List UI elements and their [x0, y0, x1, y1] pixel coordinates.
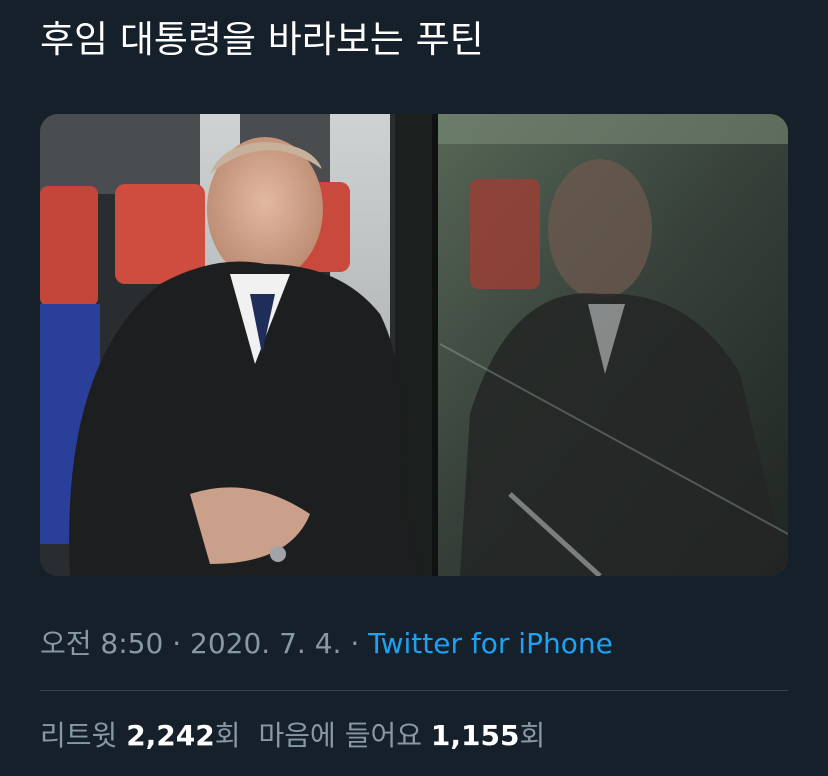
tweet-time: 오전 8:50	[40, 627, 164, 660]
tweet-photo[interactable]	[40, 114, 788, 576]
tweet-stats: 리트윗 2,242회 마음에 들어요 1,155회	[40, 714, 545, 758]
photo-train-window	[40, 114, 788, 576]
retweets-unit: 회	[214, 719, 241, 752]
retweets-stat[interactable]: 리트윗 2,242회	[40, 719, 241, 752]
meta-separator: ·	[172, 627, 182, 660]
likes-label: 마음에 들어요	[258, 719, 422, 752]
retweets-count: 2,242	[126, 719, 215, 752]
tweet-text: 후임 대통령을 바라보는 푸틴	[40, 18, 484, 61]
divider	[40, 690, 788, 691]
likes-unit: 회	[519, 719, 546, 752]
likes-stat[interactable]: 마음에 들어요 1,155회	[259, 719, 546, 752]
likes-count: 1,155	[430, 719, 520, 752]
tweet-meta: 오전 8:50 · 2020. 7. 4. · Twitter for iPho…	[40, 622, 613, 666]
tweet-date: 2020. 7. 4.	[190, 627, 342, 660]
retweets-label: 리트윗	[40, 719, 118, 752]
tweet-source-link[interactable]: Twitter for iPhone	[368, 627, 613, 660]
meta-separator: ·	[350, 627, 360, 660]
